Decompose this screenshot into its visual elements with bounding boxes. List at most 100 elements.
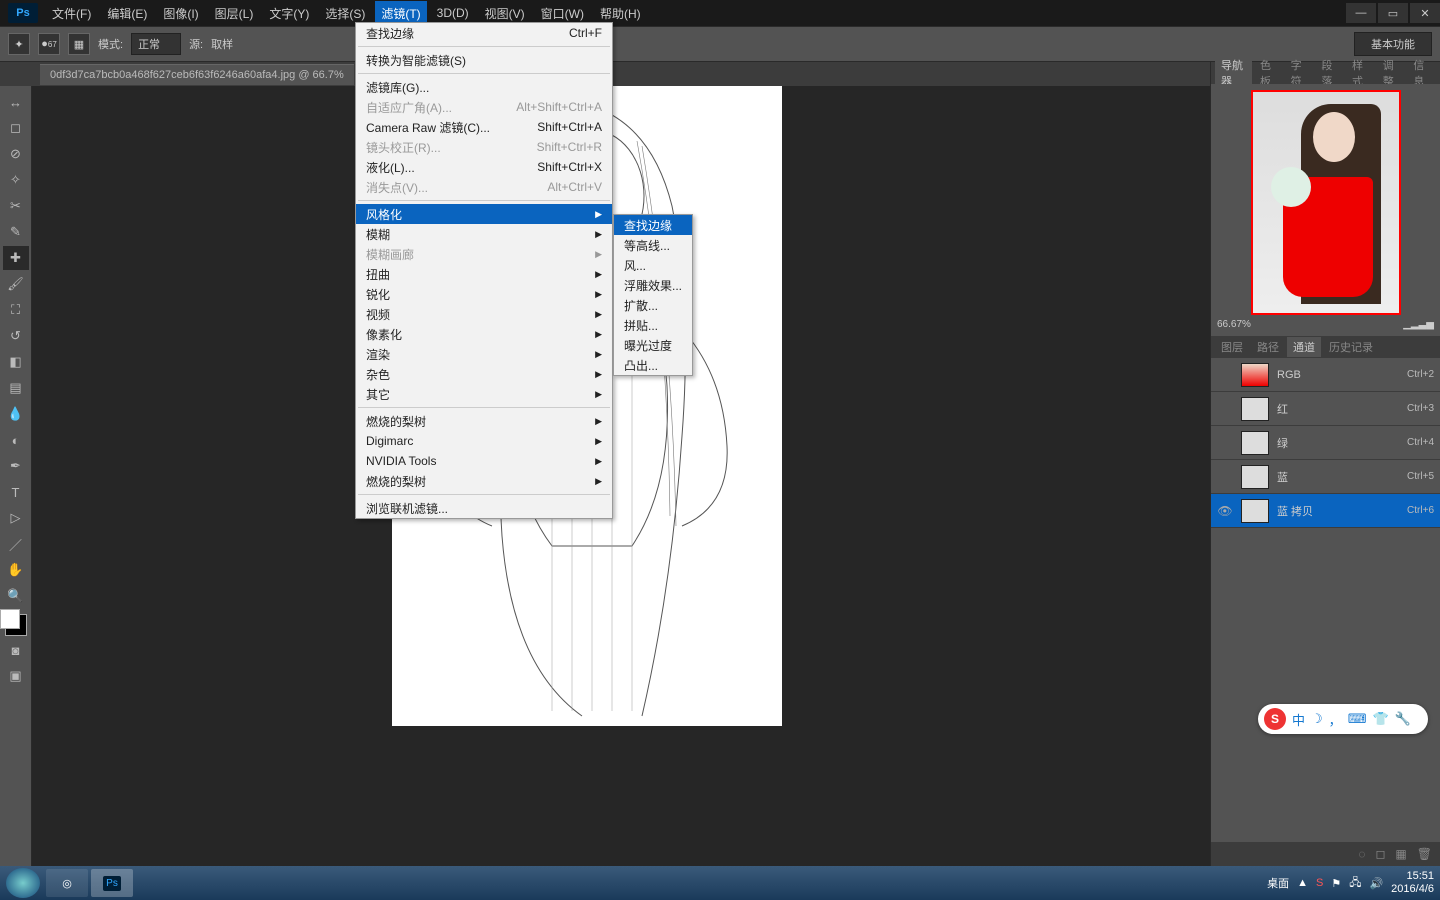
menu-item[interactable]: 渲染▶ [356,344,612,364]
menu-item[interactable]: 查找边缘Ctrl+F [356,23,612,43]
close-button[interactable]: ✕ [1410,3,1440,23]
menu-0[interactable]: 文件(F) [46,1,97,26]
channel-row[interactable]: RGBCtrl+2 [1211,358,1440,392]
menu-7[interactable]: 3D(D) [431,2,475,24]
menu-item[interactable]: 扭曲▶ [356,264,612,284]
new-channel-icon[interactable]: ▦ [1395,847,1406,861]
lasso-tool-icon[interactable]: ⊘ [3,142,29,166]
move-tool-icon[interactable]: ↔ [3,90,29,114]
panel-tab[interactable]: 路径 [1251,337,1285,357]
wand-tool-icon[interactable]: ✧ [3,168,29,192]
marquee-tool-icon[interactable]: ◻ [3,116,29,140]
channel-row[interactable]: 红Ctrl+3 [1211,392,1440,426]
path-select-icon[interactable]: ▷ [3,506,29,530]
submenu-item[interactable]: 拼贴... [614,315,692,335]
menu-item[interactable]: 像素化▶ [356,324,612,344]
zoom-tool-icon[interactable]: 🔍 [3,584,29,608]
crop-tool-icon[interactable]: ✂ [3,194,29,218]
tray-network-icon[interactable]: 🖧 [1349,874,1361,893]
history-brush-icon[interactable]: ↺ [3,324,29,348]
workspace-select[interactable]: 基本功能 [1354,32,1432,56]
load-selection-icon[interactable]: ◌ [1358,847,1365,861]
menu-1[interactable]: 编辑(E) [101,1,153,26]
healing-tool-icon[interactable]: ✚ [3,246,29,270]
maximize-button[interactable]: ▭ [1378,3,1408,23]
menu-item[interactable]: 浏览联机滤镜... [356,498,612,518]
tray-flag-icon[interactable]: ⚑ [1331,877,1341,890]
menu-item[interactable]: Digimarc▶ [356,431,612,451]
submenu-item[interactable]: 查找边缘 [614,215,692,235]
brush-panel-icon[interactable]: ▦ [68,33,90,55]
menu-item[interactable]: 液化(L)...Shift+Ctrl+X [356,157,612,177]
blur-tool-icon[interactable]: 💧 [3,402,29,426]
save-selection-icon[interactable]: ◻ [1375,847,1385,861]
foreground-background-colors[interactable] [5,614,27,636]
eraser-tool-icon[interactable]: ◧ [3,350,29,374]
tool-preset-icon[interactable]: ✦ [8,33,30,55]
navigator-zoom[interactable]: 66.67% [1217,319,1251,330]
tray-desktop-label[interactable]: 桌面 [1267,875,1289,891]
submenu-item[interactable]: 凸出... [614,355,692,375]
panel-tab[interactable]: 图层 [1215,337,1249,357]
taskbar-app-1[interactable]: ◎ [46,869,88,897]
submenu-item[interactable]: 风... [614,255,692,275]
delete-channel-icon[interactable]: 🗑 [1417,847,1432,861]
menu-item[interactable]: 模糊▶ [356,224,612,244]
submenu-item[interactable]: 浮雕效果... [614,275,692,295]
taskbar-app-photoshop[interactable]: Ps [91,869,133,897]
navigator-slider[interactable]: ▁▂▃▅ [1403,319,1434,330]
menu-3[interactable]: 图层(L) [209,1,260,26]
quickmask-icon[interactable]: ◙ [3,638,29,662]
navigator-thumbnail[interactable] [1251,90,1401,315]
minimize-button[interactable]: — [1346,3,1376,23]
submenu-item[interactable]: 曝光过度 [614,335,692,355]
menu-item[interactable]: 杂色▶ [356,364,612,384]
mode-select[interactable]: 正常 [131,33,181,55]
tray-clock[interactable]: 15:51 2016/4/6 [1391,870,1434,896]
menu-item[interactable]: 风格化▶ [356,204,612,224]
menu-item[interactable]: 转换为智能滤镜(S) [356,50,612,70]
dodge-tool-icon[interactable]: ◐ [3,428,29,452]
ime-settings-icon[interactable]: 🔧 [1395,711,1411,727]
tray-volume-icon[interactable]: 🔊 [1369,877,1383,890]
ime-punct-icon[interactable]: ， [1329,710,1342,729]
tray-icon[interactable]: ▲ [1297,877,1308,889]
document-tab[interactable]: 0df3d7ca7bcb0a468f627ceb6f63f6246a60afa4… [40,64,354,85]
filter-menu-dropdown[interactable]: 查找边缘Ctrl+F转换为智能滤镜(S)滤镜库(G)...自适应广角(A)...… [355,22,613,519]
menu-item[interactable]: NVIDIA Tools▶ [356,451,612,471]
ime-lang[interactable]: 中 [1292,710,1305,729]
menu-item[interactable]: 燃烧的梨树▶ [356,471,612,491]
start-button[interactable] [6,868,40,898]
menu-item[interactable]: 视频▶ [356,304,612,324]
menu-item[interactable]: 滤镜库(G)... [356,77,612,97]
pen-tool-icon[interactable]: ✒ [3,454,29,478]
eyedropper-tool-icon[interactable]: ✎ [3,220,29,244]
ime-toolbar[interactable]: S 中 ☽ ， ⌨ 👕 🔧 [1258,704,1428,734]
hand-tool-icon[interactable]: ✋ [3,558,29,582]
type-tool-icon[interactable]: T [3,480,29,504]
menu-item[interactable]: 其它▶ [356,384,612,404]
submenu-item[interactable]: 扩散... [614,295,692,315]
panel-tab[interactable]: 通道 [1287,337,1321,357]
ime-moon-icon[interactable]: ☽ [1311,711,1323,727]
stylize-submenu[interactable]: 查找边缘等高线...风...浮雕效果...扩散...拼贴...曝光过度凸出... [613,214,693,376]
gradient-tool-icon[interactable]: ▤ [3,376,29,400]
menu-item[interactable]: 燃烧的梨树▶ [356,411,612,431]
tray-ime-icon[interactable]: S [1316,877,1323,889]
brush-tool-icon[interactable]: 🖌 [3,272,29,296]
menu-4[interactable]: 文字(Y) [263,1,315,26]
shape-tool-icon[interactable]: ／ [3,532,29,556]
stamp-tool-icon[interactable]: ⛶ [3,298,29,322]
submenu-item[interactable]: 等高线... [614,235,692,255]
channel-row[interactable]: 👁蓝 拷贝Ctrl+6 [1211,494,1440,528]
channel-row[interactable]: 绿Ctrl+4 [1211,426,1440,460]
menu-item[interactable]: Camera Raw 滤镜(C)...Shift+Ctrl+A [356,117,612,137]
ime-keyboard-icon[interactable]: ⌨ [1348,711,1367,727]
visibility-icon[interactable]: 👁 [1217,504,1233,518]
menu-2[interactable]: 图像(I) [157,1,204,26]
screenmode-icon[interactable]: ▣ [3,664,29,688]
ime-skin-icon[interactable]: 👕 [1372,711,1388,727]
panel-tab[interactable]: 历史记录 [1323,337,1379,357]
menu-item[interactable]: 锐化▶ [356,284,612,304]
brush-size-icon[interactable]: ●67 [38,33,60,55]
